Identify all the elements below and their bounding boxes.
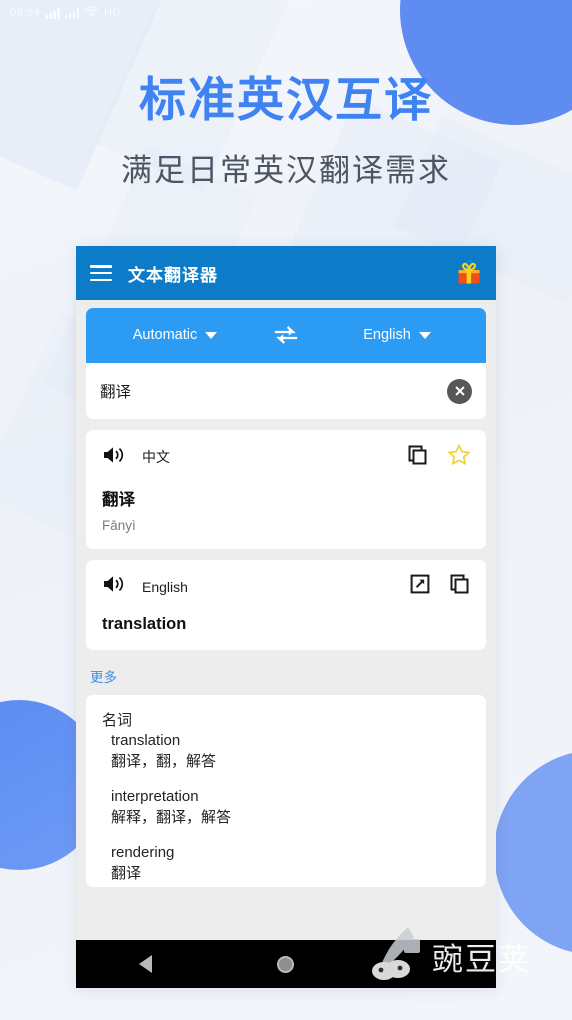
dictionary-term: interpretation	[111, 788, 199, 805]
source-language-dropdown[interactable]: Automatic	[86, 327, 264, 343]
volume-up-icon[interactable]	[102, 445, 126, 470]
android-nav-bar	[76, 940, 496, 988]
list-item: rendering 翻译	[102, 844, 470, 883]
status-time: 09:54	[10, 7, 41, 19]
dictionary-meaning: 翻译，翻，解答	[111, 753, 217, 770]
status-bar: 09:54 HD	[0, 0, 572, 26]
signal-icon	[45, 7, 60, 19]
app-bar-title: 文本翻译器	[128, 265, 218, 285]
page-subtitle: 满足日常英汉翻译需求	[121, 152, 451, 188]
card-translation-text: translation	[102, 615, 187, 633]
dictionary-meaning: 翻译	[111, 865, 142, 882]
card-language-label: 中文	[142, 449, 170, 465]
star-icon[interactable]	[447, 443, 471, 470]
screenshot-root: 09:54 HD 标准英汉互译 满足日常英汉翻译需求 文本翻译器 Automat…	[0, 0, 572, 1020]
triangle-back-icon[interactable]	[138, 955, 152, 973]
target-language-dropdown[interactable]: English	[308, 327, 486, 343]
chevron-down-icon	[205, 331, 218, 339]
dictionary-term: translation	[111, 732, 181, 749]
app-bar: 文本翻译器	[76, 246, 496, 300]
wifi-icon	[84, 5, 99, 21]
page-title: 标准英汉互译	[139, 73, 433, 126]
card-actions	[408, 443, 471, 470]
screen-body: Automatic English 翻译 中文 翻译 Fānyì English…	[76, 300, 496, 940]
open-in-new-icon[interactable]	[410, 574, 430, 599]
text-input-row[interactable]: 翻译	[86, 362, 486, 419]
part-of-speech-label: 名词	[102, 712, 133, 729]
close-circle-icon[interactable]	[447, 378, 472, 404]
target-language-label: English	[363, 327, 411, 343]
translation-card-target: English translation	[86, 560, 486, 650]
hero-section: 标准英汉互译 满足日常英汉翻译需求	[0, 73, 572, 190]
card-header: 中文	[102, 443, 471, 470]
source-language-label: Automatic	[132, 327, 198, 343]
signal-icon-2	[64, 7, 80, 19]
bg-circle-bottom-right	[494, 750, 572, 955]
card-translation-text: 翻译	[102, 491, 135, 509]
dictionary-term: rendering	[111, 844, 175, 861]
phone-mockup: 文本翻译器 Automatic English 翻译 中文 翻译 Fānyì E…	[76, 246, 496, 988]
search-input[interactable]: 翻译	[100, 380, 447, 402]
list-item: translation 翻译，翻，解答	[102, 732, 470, 771]
card-pinyin: Fānyì	[102, 518, 136, 533]
swap-horizontal-icon[interactable]	[264, 326, 308, 344]
copy-icon[interactable]	[450, 574, 470, 599]
chevron-down-icon	[418, 331, 431, 339]
volume-up-icon[interactable]	[102, 574, 126, 599]
square-recent-icon[interactable]	[419, 957, 434, 972]
language-selector-bar: Automatic English	[86, 308, 486, 362]
more-link[interactable]: 更多	[90, 666, 117, 686]
circle-home-icon[interactable]	[276, 955, 294, 973]
dictionary-card: 名词 translation 翻译，翻，解答 interpretation 解释…	[86, 695, 486, 887]
hd-icon: HD	[104, 7, 121, 19]
list-item: interpretation 解释，翻译，解答	[102, 788, 470, 827]
dictionary-meaning: 解释，翻译，解答	[111, 809, 232, 826]
translation-card-source: 中文 翻译 Fānyì	[86, 430, 486, 549]
gift-icon[interactable]	[456, 261, 482, 285]
card-actions	[410, 574, 470, 599]
card-language-label: English	[142, 578, 188, 595]
copy-icon[interactable]	[408, 445, 428, 470]
card-header: English	[102, 574, 470, 599]
hamburger-menu-icon[interactable]	[90, 265, 112, 281]
